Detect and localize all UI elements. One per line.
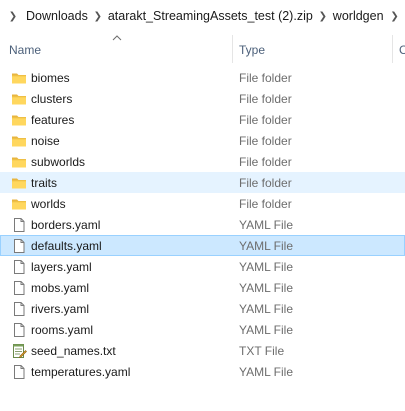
file-row[interactable]: rivers.yaml YAML File [0,298,405,319]
file-row[interactable]: worlds File folder [0,193,405,214]
document-icon [11,217,27,233]
file-name: defaults.yaml [31,239,102,253]
breadcrumb-separator-icon[interactable]: ❯ [390,11,400,22]
file-row[interactable]: traits File folder [0,172,405,193]
file-explorer-window: ❯ Downloads ❯ atarakt_StreamingAssets_te… [0,0,405,411]
file-name: biomes [31,71,70,85]
file-type: File folder [239,71,292,85]
folder-icon [11,133,27,149]
file-name: rooms.yaml [31,323,94,337]
folder-icon [11,154,27,170]
file-type: File folder [239,92,292,106]
column-header-truncated[interactable]: C [399,43,405,57]
file-row[interactable]: seed_names.txt TXT File [0,340,405,361]
file-type: YAML File [239,239,294,253]
breadcrumb-separator-icon[interactable]: ❯ [91,11,105,22]
column-header-type[interactable]: Type [239,43,265,57]
sort-ascending-icon [112,35,122,41]
file-row[interactable]: noise File folder [0,130,405,151]
column-header-row: Name Type C [0,31,405,65]
file-name: traits [31,176,58,190]
folder-icon [11,112,27,128]
breadcrumb: ❯ Downloads ❯ atarakt_StreamingAssets_te… [6,8,400,24]
document-icon [11,259,27,275]
file-name: mobs.yaml [31,281,90,295]
column-divider[interactable] [392,35,393,63]
folder-icon [11,91,27,107]
file-name: seed_names.txt [31,344,116,358]
file-row[interactable]: subworlds File folder [0,151,405,172]
document-icon [11,364,27,380]
file-row[interactable]: clusters File folder [0,88,405,109]
file-type: YAML File [239,260,294,274]
file-name: noise [31,134,60,148]
file-name: worlds [31,197,66,211]
file-name: clusters [31,92,73,106]
folder-icon [11,175,27,191]
folder-icon [11,70,27,86]
breadcrumb-item-downloads[interactable]: Downloads [26,9,88,23]
file-name: rivers.yaml [31,302,90,316]
file-name: layers.yaml [31,260,92,274]
file-row[interactable]: features File folder [0,109,405,130]
file-list: biomes File folder clusters File folder feat… [0,67,405,382]
file-row[interactable]: defaults.yaml YAML File [0,235,405,256]
file-row[interactable]: mobs.yaml YAML File [0,277,405,298]
address-bar[interactable]: ❯ Downloads ❯ atarakt_StreamingAssets_te… [0,0,405,32]
document-icon [11,238,27,254]
file-row[interactable]: rooms.yaml YAML File [0,319,405,340]
folder-icon [11,196,27,212]
column-divider[interactable] [232,35,233,63]
file-name: subworlds [31,155,86,169]
column-header-name[interactable]: Name [9,43,41,57]
file-type: File folder [239,197,292,211]
breadcrumb-item-worldgen[interactable]: worldgen [333,9,384,23]
document-icon [11,322,27,338]
breadcrumb-expand-icon[interactable]: ❯ [6,11,20,22]
breadcrumb-separator-icon[interactable]: ❯ [316,11,330,22]
file-row[interactable]: temperatures.yaml YAML File [0,361,405,382]
file-row[interactable]: borders.yaml YAML File [0,214,405,235]
file-type: File folder [239,113,292,127]
file-type: File folder [239,134,292,148]
document-icon [11,301,27,317]
file-type: TXT File [239,344,285,358]
file-name: temperatures.yaml [31,365,131,379]
file-name: borders.yaml [31,218,101,232]
text-file-icon [11,343,27,359]
breadcrumb-item-zip[interactable]: atarakt_StreamingAssets_test (2).zip [108,9,313,23]
file-type: File folder [239,176,292,190]
file-type: File folder [239,155,292,169]
file-row[interactable]: biomes File folder [0,67,405,88]
file-type: YAML File [239,218,294,232]
file-type: YAML File [239,281,294,295]
file-row[interactable]: layers.yaml YAML File [0,256,405,277]
file-name: features [31,113,75,127]
file-type: YAML File [239,302,294,316]
file-type: YAML File [239,365,294,379]
file-type: YAML File [239,323,294,337]
document-icon [11,280,27,296]
